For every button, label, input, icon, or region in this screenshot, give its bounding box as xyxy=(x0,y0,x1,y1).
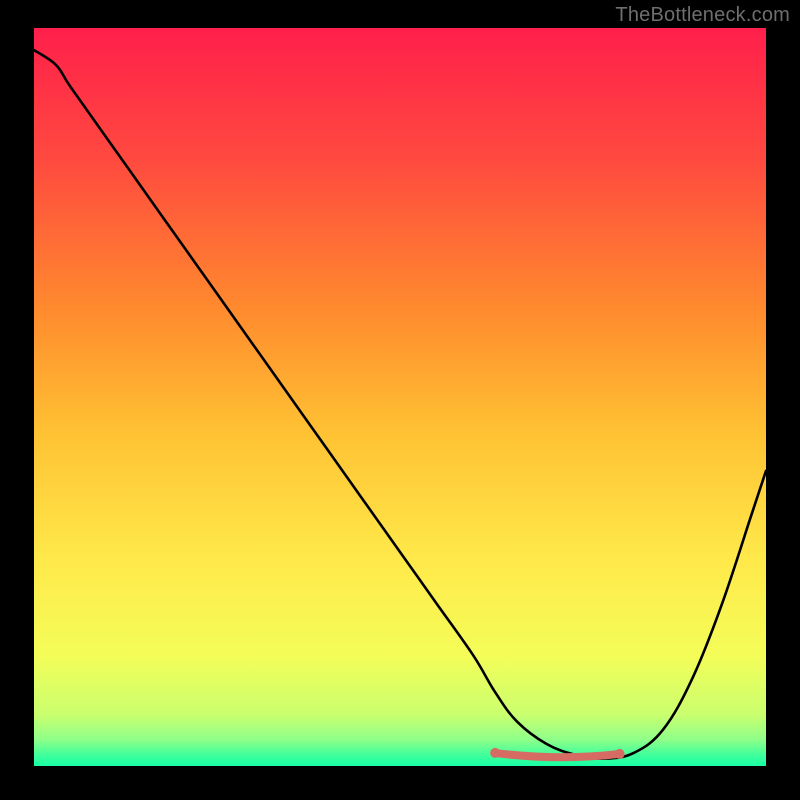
bottleneck-chart xyxy=(34,28,766,766)
plot-area xyxy=(34,28,766,766)
optimal-range-highlight xyxy=(495,753,619,757)
chart-frame: TheBottleneck.com xyxy=(0,0,800,800)
chart-gradient-bg xyxy=(34,28,766,766)
watermark-text: TheBottleneck.com xyxy=(615,4,790,27)
optimal-range-start-dot xyxy=(490,748,500,758)
optimal-range-end-dot xyxy=(615,749,625,759)
